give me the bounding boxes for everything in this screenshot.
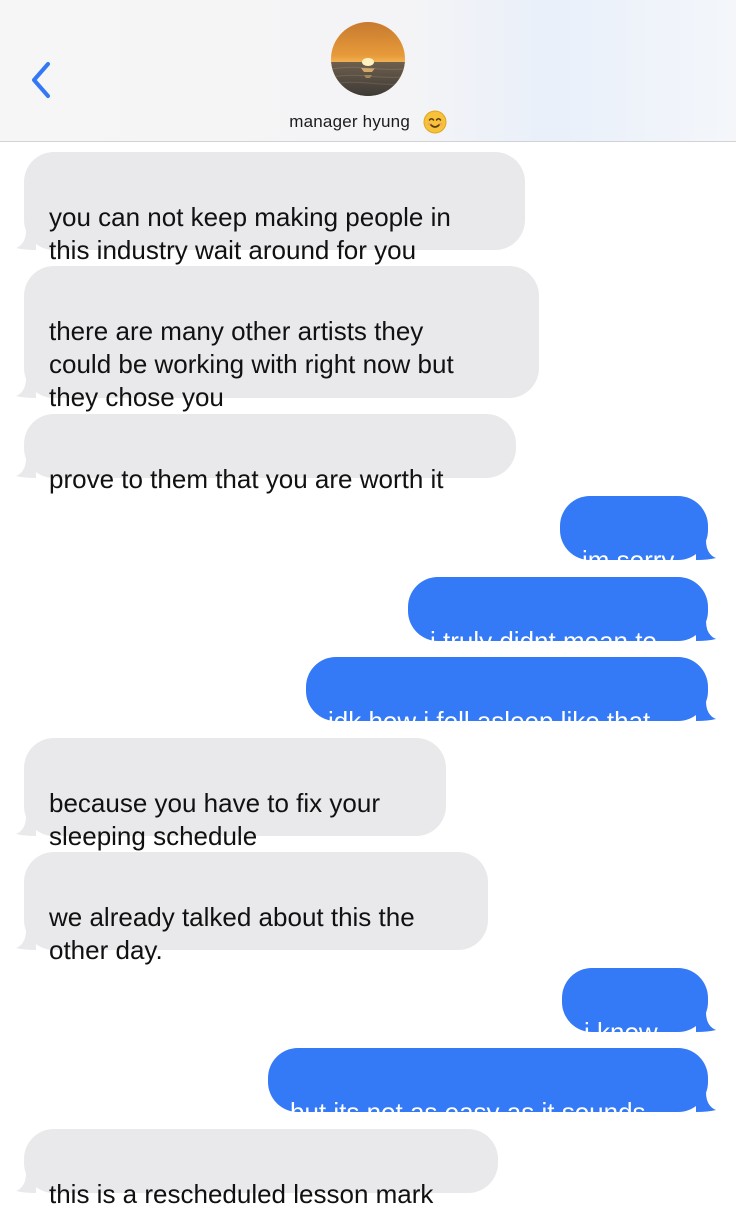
sunset-avatar-image	[331, 22, 405, 96]
received-message-bubble[interactable]: prove to them that you are worth it	[24, 414, 516, 494]
message-text: prove to them that you are worth it	[49, 464, 444, 494]
back-button[interactable]	[22, 52, 62, 108]
chevron-left-icon	[32, 62, 50, 98]
received-bubble-tail	[16, 230, 36, 250]
contact-name: manager hyung	[289, 111, 410, 131]
received-bubble-tail	[16, 816, 36, 836]
sent-message-bubble[interactable]: idk how i fell asleep like that	[306, 657, 708, 736]
smiling-face-emoji-icon	[423, 110, 447, 134]
message-thread[interactable]: you can not keep making people in this i…	[0, 142, 736, 1209]
contact-name-row[interactable]: manager hyung	[0, 106, 736, 136]
received-message-bubble[interactable]: there are many other artists they could …	[24, 266, 539, 412]
received-bubble-tail	[16, 378, 36, 398]
sent-bubble-tail	[696, 621, 716, 641]
received-message-bubble[interactable]: because you have to fix your sleeping sc…	[24, 738, 446, 851]
received-message-bubble[interactable]: you can not keep making people in this i…	[24, 152, 525, 265]
message-text: idk how i fell asleep like that	[328, 706, 651, 736]
message-text: i know...	[584, 1017, 678, 1047]
sent-message-bubble[interactable]: but its not as easy as it sounds	[268, 1048, 708, 1127]
received-bubble-tail	[16, 930, 36, 950]
conversation-header: manager hyung	[0, 0, 736, 142]
sent-bubble-tail	[696, 1092, 716, 1112]
message-text: you can not keep making people in this i…	[49, 202, 451, 265]
avatar[interactable]	[331, 22, 405, 96]
message-text: there are many other artists they could …	[49, 316, 454, 412]
received-bubble-tail	[16, 1173, 36, 1193]
sent-bubble-tail	[696, 701, 716, 721]
sent-bubble-tail	[696, 1012, 716, 1032]
sent-message-bubble[interactable]: i truly didnt mean to	[408, 577, 708, 656]
sent-message-bubble[interactable]: im sorry	[560, 496, 708, 575]
message-text: i truly didnt mean to	[430, 626, 657, 656]
received-message-bubble[interactable]: this is a rescheduled lesson mark	[24, 1129, 498, 1209]
received-message-bubble[interactable]: we already talked about this the other d…	[24, 852, 488, 965]
sent-message-bubble[interactable]: i know...	[562, 968, 708, 1047]
message-text: im sorry	[582, 545, 675, 575]
sent-bubble-tail	[696, 540, 716, 560]
message-text: this is a rescheduled lesson mark	[49, 1179, 434, 1209]
received-bubble-tail	[16, 458, 36, 478]
message-text: we already talked about this the other d…	[49, 902, 415, 965]
message-text: because you have to fix your sleeping sc…	[49, 788, 380, 851]
message-text: but its not as easy as it sounds	[290, 1097, 646, 1127]
